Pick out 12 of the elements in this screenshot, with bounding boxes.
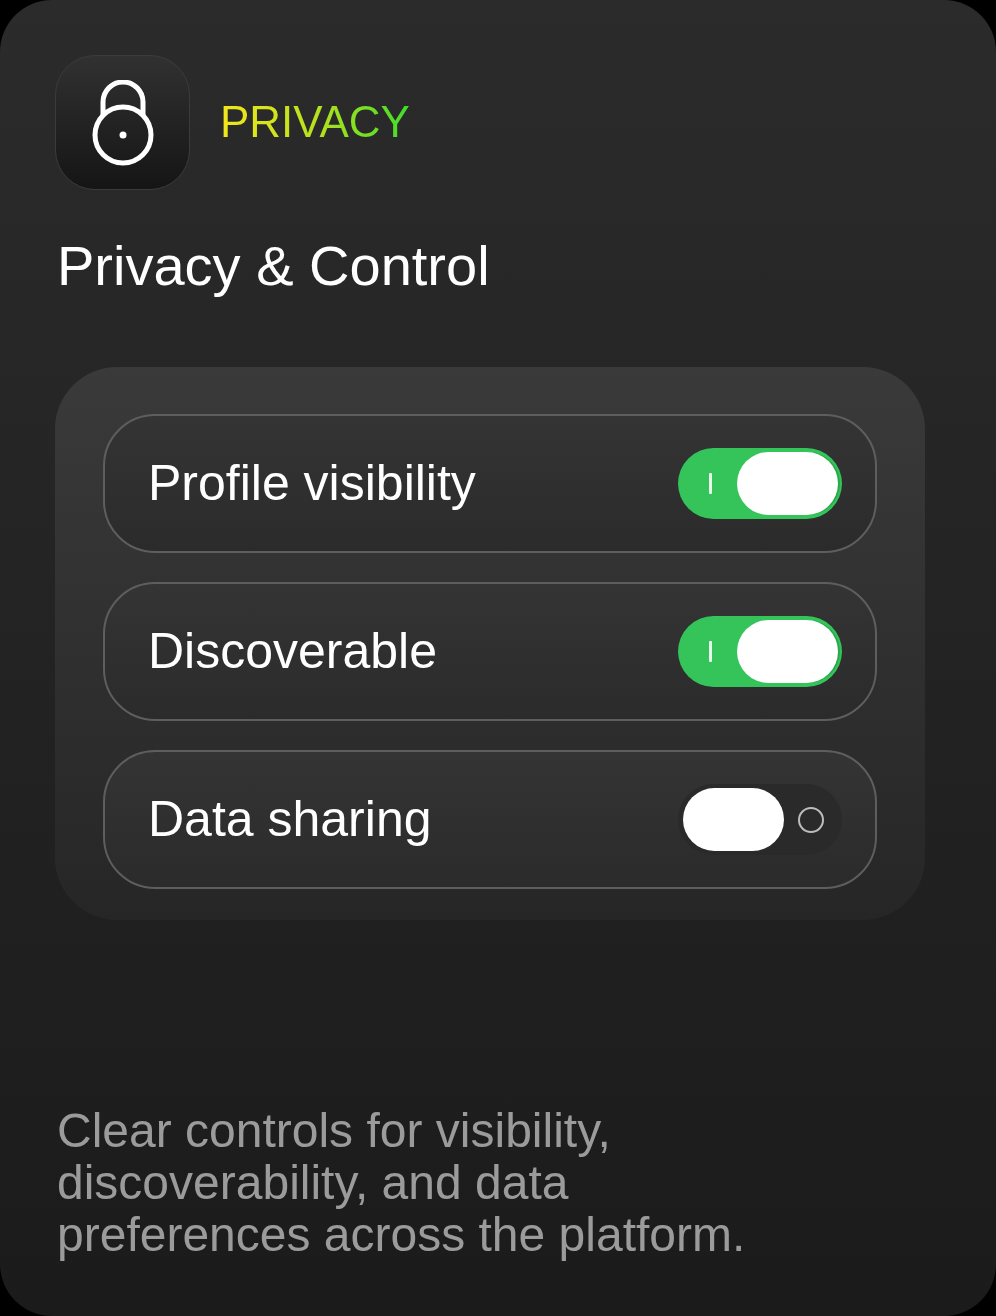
lock-icon	[55, 55, 190, 190]
setting-label: Profile visibility	[148, 454, 476, 513]
toggle-thumb[interactable]	[683, 788, 784, 851]
circle-icon	[798, 806, 824, 833]
line-icon	[708, 641, 712, 662]
card-title: Privacy & Control	[57, 233, 491, 299]
line-icon	[708, 473, 712, 494]
toggle-thumb[interactable]	[737, 452, 838, 515]
toggle-thumb[interactable]	[737, 620, 838, 683]
setting-label: Discoverable	[148, 622, 437, 681]
setting-label: Data sharing	[148, 790, 432, 849]
description-text: Clear controls for visibility, discoverability, and data preferences across the platform.	[57, 1105, 747, 1261]
